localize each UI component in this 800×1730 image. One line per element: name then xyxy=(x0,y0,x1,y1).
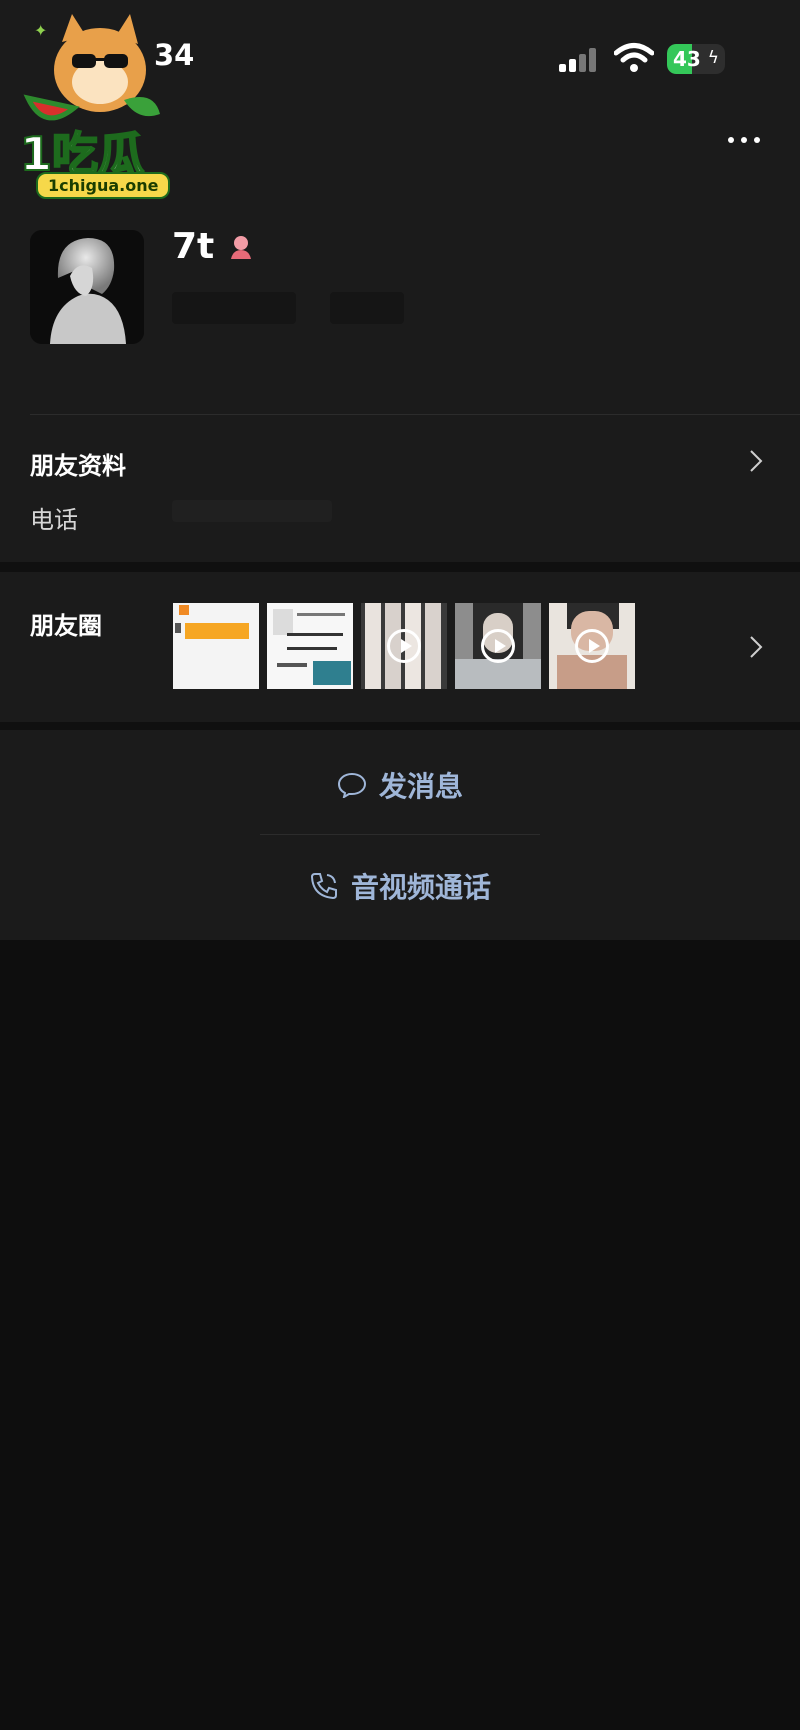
moments-title: 朋友圈 xyxy=(30,612,102,640)
play-icon xyxy=(481,629,515,663)
charging-icon: ϟ xyxy=(707,48,719,68)
battery-icon: 43 ϟ xyxy=(667,44,725,74)
moments-thumbnail xyxy=(267,603,353,689)
moments-thumbnail xyxy=(361,603,447,689)
nickname-row: 7t xyxy=(172,226,254,267)
play-icon xyxy=(387,629,421,663)
hamster-mascot-icon: ✦ xyxy=(23,14,160,121)
redacted-wechat-id xyxy=(172,292,296,324)
redacted-region xyxy=(330,292,404,324)
phone-icon xyxy=(310,873,337,900)
wifi-icon xyxy=(614,43,654,72)
chevron-right-icon[interactable] xyxy=(748,635,764,659)
nickname: 7t xyxy=(172,226,215,267)
moments-thumbnail xyxy=(455,603,541,689)
redacted-phone xyxy=(172,500,332,522)
svg-text:✦: ✦ xyxy=(34,21,47,40)
phone-label: 电话 xyxy=(30,506,78,534)
more-icon[interactable] xyxy=(724,128,764,152)
divider xyxy=(260,834,540,835)
section-separator xyxy=(0,722,800,730)
divider xyxy=(30,414,800,415)
chat-bubble-icon xyxy=(337,772,366,798)
section-separator xyxy=(0,562,800,572)
empty-background xyxy=(0,940,800,1730)
voice-video-call-label: 音视频通话 xyxy=(350,871,491,904)
play-icon xyxy=(575,629,609,663)
send-message-label: 发消息 xyxy=(378,770,463,803)
avatar[interactable] xyxy=(30,230,144,344)
voice-video-call-button[interactable]: 音视频通话 xyxy=(0,846,800,926)
chevron-right-icon[interactable] xyxy=(748,449,764,473)
watermark-domain: 1chigua.one xyxy=(36,172,171,199)
profile-info-title[interactable]: 朋友资料 xyxy=(30,446,126,481)
signal-icon xyxy=(559,46,601,72)
avatar-image xyxy=(30,230,144,344)
moments-thumbnail xyxy=(173,603,259,689)
female-icon xyxy=(231,235,252,259)
watermark-logo: ✦ 1吃瓜 1chigua.one xyxy=(14,10,180,200)
send-message-button[interactable]: 发消息 xyxy=(0,745,800,825)
moments-thumbnail xyxy=(549,603,635,689)
battery-level: 43 xyxy=(673,47,701,71)
